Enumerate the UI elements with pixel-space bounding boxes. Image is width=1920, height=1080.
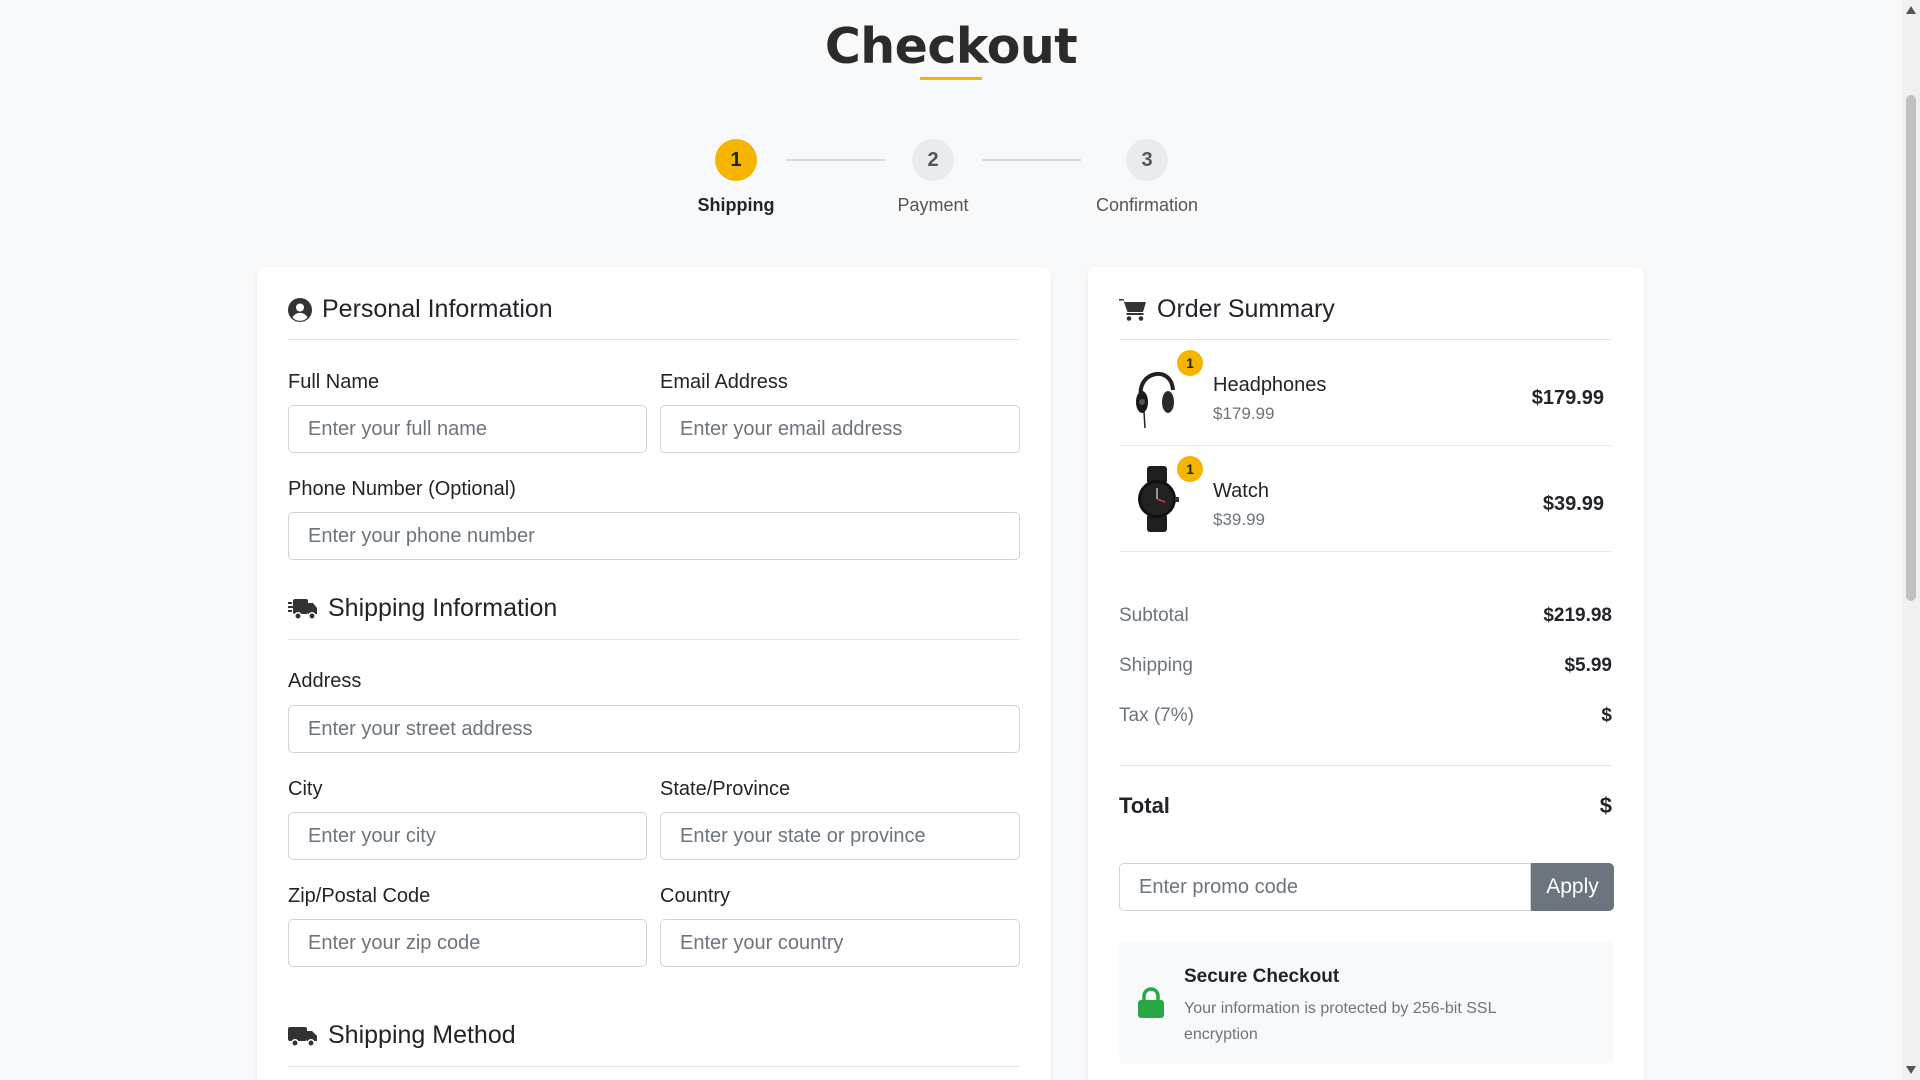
page-scrollbar[interactable] — [1902, 0, 1920, 1080]
tax-value: $ — [1601, 705, 1612, 726]
checkout-form-card: Personal Information Full Name Email Add… — [257, 267, 1051, 1080]
divider — [1119, 765, 1612, 766]
state-label: State/Province — [660, 778, 791, 800]
cart-item: 1 Watch $39.99 $39.99 — [1119, 446, 1612, 552]
order-summary-card: Order Summary 1 Headphones $179.99 $179.… — [1088, 267, 1644, 1080]
cart-item: 1 Headphones $179.99 $179.99 — [1119, 340, 1612, 446]
item-name: Headphones — [1213, 374, 1327, 396]
cart-icon — [1119, 298, 1146, 321]
item-unit-price: $39.99 — [1213, 510, 1265, 529]
subtotal-label: Subtotal — [1119, 605, 1189, 626]
secure-text: Your information is protected by 256-bit… — [1184, 1000, 1496, 1043]
step-label: Confirmation — [1095, 195, 1199, 215]
subtotal-value: $219.98 — [1543, 605, 1612, 626]
shipping-value: $5.99 — [1564, 655, 1612, 676]
address-label: Address — [288, 670, 362, 692]
tax-label: Tax (7%) — [1119, 705, 1194, 726]
shipping-label: Shipping — [1119, 655, 1193, 676]
quantity-badge: 1 — [1177, 456, 1203, 482]
divider — [288, 639, 1020, 640]
scrollbar-thumb[interactable] — [1906, 95, 1916, 601]
step-confirmation[interactable]: 3 Confirmation — [1077, 139, 1217, 216]
section-title-text: Order Summary — [1157, 295, 1335, 323]
state-input[interactable] — [660, 812, 1020, 860]
item-price: $179.99 — [1531, 387, 1604, 409]
lock-icon — [1138, 987, 1164, 1018]
promo-code-input[interactable] — [1119, 863, 1531, 911]
zip-label: Zip/Postal Code — [288, 885, 431, 907]
step-label: Shipping — [697, 195, 775, 215]
step-payment[interactable]: 2 Payment — [863, 139, 1003, 216]
country-input[interactable] — [660, 919, 1020, 967]
shipping-method-heading: Shipping Method — [288, 1021, 516, 1050]
section-title-text: Shipping Information — [328, 594, 558, 622]
full-name-label: Full Name — [288, 371, 380, 393]
total-value: $ — [1599, 793, 1612, 818]
full-name-input[interactable] — [288, 405, 647, 453]
total-label: Total — [1119, 793, 1170, 818]
step-number: 2 — [912, 139, 954, 181]
secure-title: Secure Checkout — [1184, 966, 1340, 987]
step-shipping[interactable]: 1 Shipping — [666, 139, 806, 216]
item-unit-price: $179.99 — [1213, 404, 1275, 423]
step-number: 3 — [1126, 139, 1168, 181]
apply-promo-button[interactable]: Apply — [1531, 863, 1614, 911]
order-summary-heading: Order Summary — [1119, 295, 1335, 324]
page-title: Checkout — [824, 18, 1078, 75]
city-label: City — [288, 778, 323, 800]
step-label: Payment — [897, 195, 969, 215]
step-number: 1 — [715, 139, 757, 181]
phone-label: Phone Number (Optional) — [288, 478, 516, 500]
email-input[interactable] — [660, 405, 1020, 453]
shipping-info-heading: Shipping Information — [288, 594, 557, 623]
zip-input[interactable] — [288, 919, 647, 967]
divider — [288, 339, 1020, 340]
divider — [288, 1066, 1020, 1067]
personal-info-heading: Personal Information — [288, 295, 553, 324]
section-title-text: Personal Information — [322, 295, 553, 323]
scroll-up-arrow-icon[interactable] — [1906, 6, 1916, 14]
secure-checkout-notice: Secure Checkout Your information is prot… — [1119, 942, 1614, 1064]
phone-input[interactable] — [288, 512, 1020, 560]
city-input[interactable] — [288, 812, 647, 860]
quantity-badge: 1 — [1177, 350, 1203, 376]
email-label: Email Address — [660, 371, 788, 393]
shipping-fast-icon — [288, 598, 317, 620]
item-name: Watch — [1213, 480, 1269, 502]
country-label: Country — [660, 885, 731, 907]
address-input[interactable] — [288, 705, 1020, 753]
scroll-down-arrow-icon[interactable] — [1906, 1066, 1916, 1074]
user-circle-icon — [288, 297, 312, 322]
truck-icon — [288, 1026, 317, 1047]
item-price: $39.99 — [1542, 493, 1604, 515]
section-title-text: Shipping Method — [328, 1021, 516, 1049]
title-underline — [920, 77, 982, 80]
